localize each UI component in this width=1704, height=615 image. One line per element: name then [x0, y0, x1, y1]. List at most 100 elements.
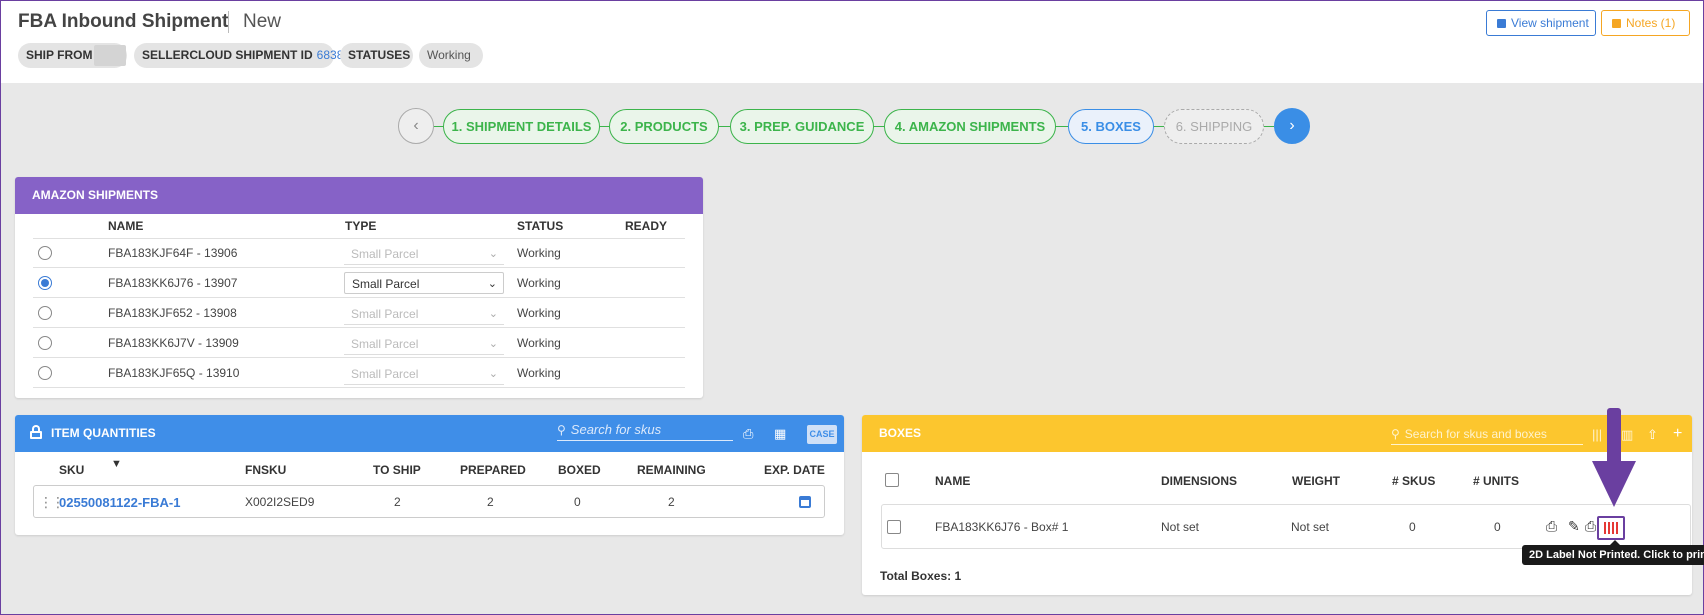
amazon-shipments-title: AMAZON SHIPMENTS — [15, 177, 703, 214]
type-select[interactable]: Small Parcel ⌄ — [344, 303, 504, 325]
select-radio[interactable] — [38, 246, 52, 260]
print-icon[interactable]: ⎙ — [743, 426, 753, 442]
shipment-status: Working — [517, 366, 561, 380]
type-select[interactable]: Small Parcel ⌄ — [344, 272, 504, 294]
type-select-value: Small Parcel — [351, 307, 419, 321]
annotation-arrow-icon — [1592, 461, 1636, 507]
upload-icon[interactable]: ⇧ — [1647, 427, 1658, 443]
add-box-icon[interactable]: + — [1673, 425, 1682, 443]
shipment-status: Working — [517, 246, 561, 260]
shipment-name: FBA183KJF64F - 13906 — [108, 246, 238, 260]
ship-from-label: SHIP FROM — [26, 48, 93, 62]
box-units: 0 — [1494, 520, 1501, 534]
view-shipment-label: View shipment — [1511, 16, 1589, 30]
chevron-down-icon: ⌄ — [488, 368, 498, 380]
chevron-down-icon: ⌄ — [488, 248, 498, 260]
type-select[interactable]: Small Parcel ⌄ — [344, 243, 504, 265]
ship-from-chip: SHIP FROM — [18, 43, 127, 68]
chevron-down-icon: ⌄ — [488, 338, 498, 350]
page-header: FBA Inbound Shipment New SHIP FROM SELLE… — [1, 1, 1703, 83]
label-tooltip: 2D Label Not Printed. Click to print. — [1522, 540, 1704, 565]
title-divider — [228, 11, 229, 33]
box-dimensions: Not set — [1161, 520, 1200, 534]
type-select-value: Small Parcel — [351, 337, 419, 351]
shipment-status: Working — [517, 306, 561, 320]
col-boxed: BOXED — [558, 463, 601, 477]
box-weight: Not set — [1291, 520, 1330, 534]
note-icon — [1497, 19, 1506, 28]
statuses-chip: STATUSES — [340, 43, 413, 68]
shipment-state: New — [243, 11, 282, 32]
shipment-id-label: SELLERCLOUD SHIPMENT ID — [142, 48, 313, 62]
shipment-id-chip: SELLERCLOUD SHIPMENT ID 6838 — [134, 43, 343, 68]
col-box-name: NAME — [935, 474, 971, 488]
step-boxes[interactable]: 5. BOXES — [1068, 109, 1154, 144]
col-sku[interactable]: SKU — [59, 463, 84, 477]
table-row[interactable]: FBA183KK6J76 - 13907 Small Parcel ⌄ Worki… — [33, 269, 685, 298]
edit-icon[interactable]: ✎ — [1568, 518, 1580, 535]
barcode-icon[interactable]: ||| — [1592, 427, 1602, 442]
calendar-icon[interactable] — [799, 496, 811, 508]
shipment-name: FBA183KJF65Q - 13910 — [108, 366, 240, 380]
notes-button[interactable]: Notes (1) — [1601, 10, 1690, 36]
search-icon: ⚲ — [557, 423, 566, 437]
label-print-icon[interactable]: ⎙ — [1546, 518, 1557, 535]
select-radio[interactable] — [38, 306, 52, 320]
col-type: TYPE — [345, 219, 377, 233]
select-radio[interactable] — [38, 276, 52, 290]
type-select[interactable]: Small Parcel ⌄ — [344, 333, 504, 355]
2d-label-print-button[interactable] — [1597, 516, 1625, 540]
col-ready: READY — [625, 219, 668, 233]
table-row[interactable]: FBA183KK6J76 - Box# 1 Not set Not set 0 … — [881, 504, 1691, 549]
col-prepared: PREPARED — [460, 463, 526, 477]
barcode-icon — [1604, 522, 1618, 534]
select-radio[interactable] — [38, 336, 52, 350]
step-products[interactable]: 2. PRODUCTS — [609, 109, 719, 144]
shipment-status: Working — [517, 276, 561, 290]
previous-step-button[interactable]: ‹ — [398, 108, 434, 144]
excel-icon[interactable]: ▦ — [774, 426, 786, 442]
row-checkbox[interactable] — [887, 520, 901, 534]
sort-desc-icon[interactable]: ▼ — [111, 458, 122, 470]
table-row[interactable]: FBA183KJF65Q - 13910 Small Parcel ⌄ Worki… — [33, 359, 685, 388]
select-radio[interactable] — [38, 366, 52, 380]
to-ship-value: 2 — [394, 495, 401, 509]
search-icon: ⚲ — [1391, 427, 1400, 441]
col-status: STATUS — [517, 219, 564, 233]
case-toggle[interactable]: CASE — [807, 425, 837, 444]
table-row[interactable]: ⋮⋮ 02550081122-FBA-1 X002I2SED9 2 2 0 2 — [33, 485, 825, 518]
table-row[interactable]: FBA183KJF652 - 13908 Small Parcel ⌄ Worki… — [33, 299, 685, 328]
select-all-checkbox[interactable] — [885, 473, 899, 487]
shipment-name: FBA183KK6J7V - 13909 — [108, 336, 239, 350]
shipment-status: Working — [517, 336, 561, 350]
type-select-value: Small Parcel — [351, 367, 419, 381]
table-row[interactable]: FBA183KJF64F - 13906 Small Parcel ⌄ Worki… — [33, 239, 685, 268]
print-icon[interactable]: ⎙ — [1585, 518, 1596, 535]
col-weight: WEIGHT — [1292, 474, 1340, 488]
type-select[interactable]: Small Parcel ⌄ — [344, 363, 504, 385]
step-amazon-shipments[interactable]: 4. AMAZON SHIPMENTS — [884, 109, 1056, 144]
box-name: FBA183KK6J76 - Box# 1 — [935, 520, 1069, 534]
chevron-down-icon: ⌄ — [487, 278, 497, 290]
step-prep-guidance[interactable]: 3. PREP. GUIDANCE — [730, 109, 874, 144]
status-badge: Working — [419, 43, 483, 68]
page-title: FBA Inbound Shipment — [18, 11, 229, 32]
sku-search-input[interactable]: ⚲ Search for skus — [557, 419, 733, 441]
col-fnsku: FNSKU — [245, 463, 287, 477]
type-select-value: Small Parcel — [351, 247, 419, 261]
view-shipment-button[interactable]: View shipment — [1486, 10, 1596, 36]
columns-icon[interactable]: ▥ — [1621, 427, 1633, 443]
lock-icon — [30, 425, 42, 439]
box-search-input[interactable]: ⚲ Search for skus and boxes — [1391, 423, 1583, 445]
boxed-value: 0 — [574, 495, 581, 509]
table-row[interactable]: FBA183KK6J7V - 13909 Small Parcel ⌄ Worki… — [33, 329, 685, 358]
step-shipment-details[interactable]: 1. SHIPMENT DETAILS — [443, 109, 600, 144]
step-shipping[interactable]: 6. SHIPPING — [1164, 109, 1264, 144]
sku-link[interactable]: 02550081122-FBA-1 — [59, 495, 180, 510]
next-step-button[interactable]: › — [1274, 108, 1310, 144]
annotation-arrow-shaft — [1607, 408, 1621, 463]
prepared-value: 2 — [487, 495, 494, 509]
remaining-value: 2 — [668, 495, 675, 509]
shipment-name: FBA183KJF652 - 13908 — [108, 306, 237, 320]
col-remaining: REMAINING — [637, 463, 706, 477]
